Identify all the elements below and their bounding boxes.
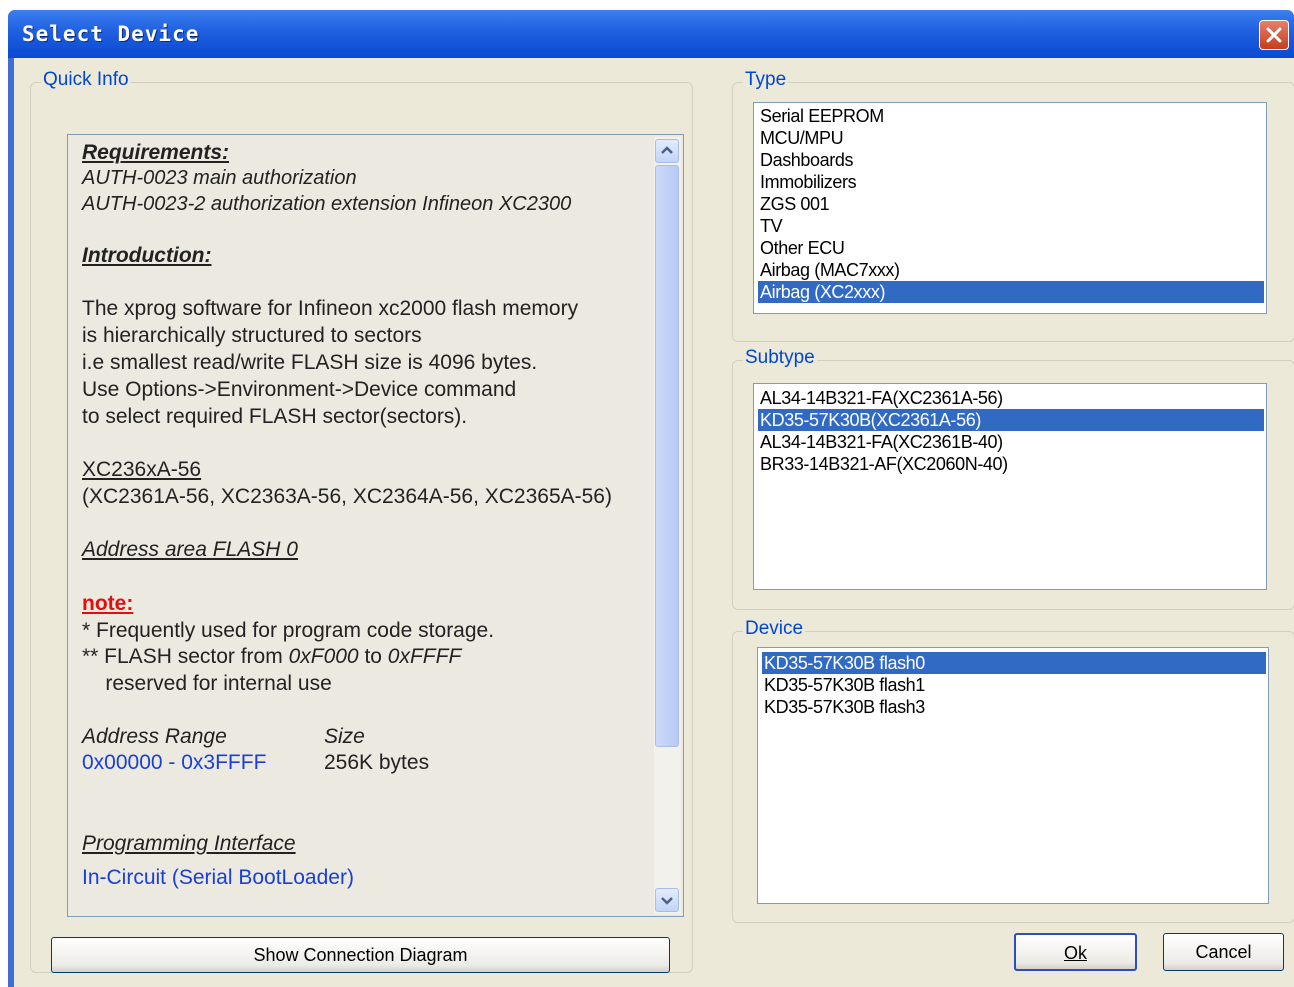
- type-item[interactable]: Airbag (MAC7xxx): [758, 259, 1264, 281]
- dialog-body: Quick Info Requirements: AUTH-0023 main …: [14, 58, 1294, 987]
- chevron-up-icon: [661, 146, 673, 154]
- scroll-thumb[interactable]: [655, 165, 679, 747]
- subtype-list[interactable]: AL34-14B321-FA(XC2361A-56) KD35-57K30B(X…: [753, 383, 1267, 590]
- quick-info-group: Quick Info Requirements: AUTH-0023 main …: [30, 69, 693, 973]
- show-connection-diagram-label: Show Connection Diagram: [253, 945, 468, 965]
- type-label: Type: [743, 69, 789, 91]
- device-family: XC236xA-56: [82, 458, 202, 481]
- device-variants: (XC2361A-56, XC2363A-56, XC2364A-56, XC2…: [82, 485, 612, 508]
- show-connection-diagram-button[interactable]: Show Connection Diagram: [51, 937, 670, 973]
- device-label: Device: [743, 618, 806, 640]
- intro-line: is hierarchically structured to sectors: [82, 324, 422, 347]
- device-group: Device KD35-57K30B flash0 KD35-57K30B fl…: [732, 618, 1294, 923]
- subtype-item[interactable]: AL34-14B321-FA(XC2361A-56): [758, 387, 1264, 409]
- size-value: 256K bytes: [324, 751, 430, 774]
- size-label: Size: [324, 725, 365, 748]
- intro-line: The xprog software for Infineon xc2000 f…: [82, 297, 579, 320]
- type-item[interactable]: Immobilizers: [758, 171, 1264, 193]
- note-address-start: 0xF000: [288, 645, 359, 668]
- intro-line: Use Options->Environment->Device command: [82, 378, 517, 401]
- type-item[interactable]: MCU/MPU: [758, 127, 1264, 149]
- address-range-value: 0x00000 - 0x3FFFF: [82, 751, 267, 774]
- subtype-label: Subtype: [743, 347, 817, 369]
- cancel-button[interactable]: Cancel: [1163, 933, 1284, 971]
- type-item[interactable]: Other ECU: [758, 237, 1264, 259]
- programming-interface-label: Programming Interface: [82, 832, 296, 855]
- close-icon: [1266, 27, 1282, 43]
- requirement-line: AUTH-0023 main authorization: [82, 167, 357, 189]
- type-item[interactable]: TV: [758, 215, 1264, 237]
- vertical-scrollbar[interactable]: [654, 137, 681, 914]
- window-title: Select Device: [22, 22, 200, 46]
- subtype-item[interactable]: BR33-14B321-AF(XC2060N-40): [758, 453, 1264, 475]
- intro-line: to select required FLASH sector(sectors)…: [82, 405, 468, 428]
- device-item[interactable]: KD35-57K30B flash1: [762, 674, 1266, 696]
- type-item[interactable]: ZGS 001: [758, 193, 1264, 215]
- programming-interface-value: In-Circuit (Serial BootLoader): [82, 866, 354, 889]
- note-line: reserved for internal use: [82, 672, 332, 695]
- type-item[interactable]: Serial EEPROM: [758, 105, 1264, 127]
- dialog-window: Select Device Quick Info Requirements: A…: [8, 10, 1294, 987]
- scroll-up-button[interactable]: [655, 139, 679, 163]
- device-list[interactable]: KD35-57K30B flash0 KD35-57K30B flash1 KD…: [757, 647, 1269, 904]
- device-item-selected[interactable]: KD35-57K30B flash0: [762, 652, 1266, 674]
- ok-button[interactable]: Ok: [1014, 933, 1137, 971]
- requirements-heading: Requirements:: [82, 141, 230, 164]
- cancel-label: Cancel: [1195, 942, 1252, 962]
- ok-label: Ok: [1063, 943, 1087, 963]
- quick-info-label: Quick Info: [41, 69, 131, 91]
- quick-info-panel[interactable]: Requirements: AUTH-0023 main authorizati…: [67, 134, 684, 917]
- scroll-down-button[interactable]: [655, 888, 679, 912]
- type-list[interactable]: Serial EEPROM MCU/MPU Dashboards Immobil…: [753, 102, 1267, 314]
- address-area: Address area FLASH 0: [82, 538, 298, 561]
- chevron-down-icon: [661, 897, 673, 905]
- close-button[interactable]: [1259, 20, 1289, 50]
- note-line: * Frequently used for program code stora…: [82, 619, 495, 642]
- title-bar[interactable]: Select Device: [8, 10, 1294, 58]
- type-item-selected[interactable]: Airbag (XC2xxx): [758, 281, 1264, 303]
- note-address-end: 0xFFFF: [387, 645, 462, 668]
- address-range-label: Address Range: [82, 725, 227, 748]
- note-label: note:: [82, 592, 134, 615]
- intro-line: i.e smallest read/write FLASH size is 40…: [82, 351, 538, 374]
- device-item[interactable]: KD35-57K30B flash3: [762, 696, 1266, 718]
- subtype-group: Subtype AL34-14B321-FA(XC2361A-56) KD35-…: [732, 347, 1294, 610]
- note-line: ** FLASH sector from 0xF000 to 0xFFFF: [82, 645, 461, 669]
- note-text: to: [358, 645, 388, 668]
- subtype-item-selected[interactable]: KD35-57K30B(XC2361A-56): [758, 409, 1264, 431]
- type-item[interactable]: Dashboards: [758, 149, 1264, 171]
- note-text: ** FLASH sector from: [82, 645, 289, 668]
- introduction-heading: Introduction:: [82, 244, 212, 267]
- subtype-item[interactable]: AL34-14B321-FA(XC2361B-40): [758, 431, 1264, 453]
- requirement-line: AUTH-0023-2 authorization extension Infi…: [82, 193, 572, 215]
- type-group: Type Serial EEPROM MCU/MPU Dashboards Im…: [732, 69, 1294, 342]
